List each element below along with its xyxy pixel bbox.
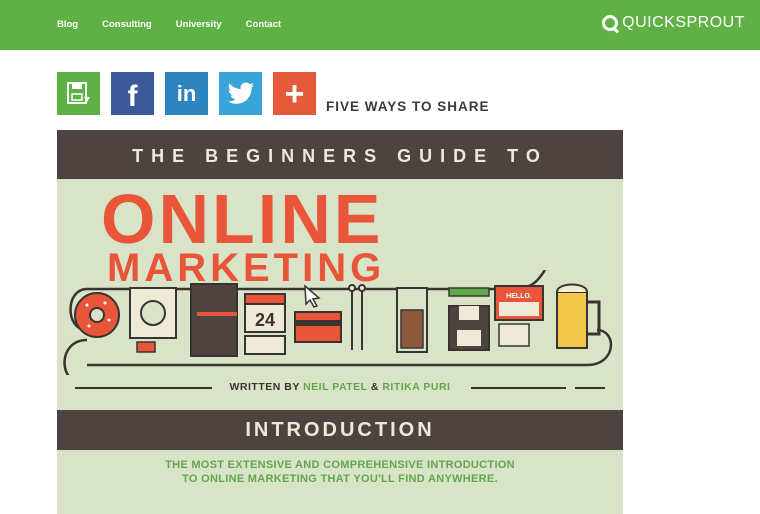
- floppy-disk-icon: [448, 305, 490, 351]
- facebook-icon: f: [127, 79, 138, 113]
- nav-university-link[interactable]: University: [176, 19, 222, 30]
- divider-right-2: [575, 387, 605, 389]
- twitter-share-button[interactable]: [219, 72, 265, 118]
- marketing-illustration: 24 HELLO.: [63, 270, 613, 375]
- nav-blog-link[interactable]: Blog: [57, 19, 78, 30]
- infographic-title-online: ONLINE: [101, 180, 384, 258]
- author-ritika-puri: RITIKA PURI: [382, 381, 451, 393]
- save-button[interactable]: [57, 72, 103, 118]
- french-press-icon: [396, 287, 428, 353]
- q-logo-icon: [602, 15, 619, 31]
- calendar-icon: 24: [244, 293, 286, 355]
- top-nav-bar: Blog Consulting University Contact QUICK…: [0, 0, 760, 50]
- donut-icon: [74, 292, 120, 338]
- ampersand: &: [370, 381, 379, 393]
- beer-mug-icon: [556, 283, 601, 349]
- linkedin-icon: in: [176, 80, 197, 106]
- tagline-line-1: THE MOST EXTENSIVE AND COMPREHENSIVE INT…: [165, 459, 515, 471]
- logo-text: QUICKSPROUT: [622, 14, 745, 31]
- intro-tagline: THE MOST EXTENSIVE AND COMPREHENSIVE INT…: [57, 458, 623, 486]
- divider-right: [471, 387, 566, 389]
- twitter-icon: [227, 82, 254, 104]
- plus-icon: +: [284, 74, 305, 113]
- share-bar: f in + FIVE WAYS TO SHARE: [57, 72, 490, 118]
- more-share-button[interactable]: +: [273, 72, 319, 118]
- notebook-icon: [190, 283, 238, 357]
- infographic: THE BEGINNERS GUIDE TO ONLINE MARKETING: [57, 130, 623, 514]
- nav-consulting-link[interactable]: Consulting: [102, 19, 152, 30]
- save-icon: [66, 81, 90, 104]
- facebook-share-button[interactable]: f: [111, 72, 157, 118]
- written-by-label: WRITTEN BY: [229, 381, 300, 393]
- earphones-icon: [348, 284, 366, 350]
- credit-card-icon: [294, 284, 342, 343]
- calendar-day: 24: [255, 310, 275, 330]
- nav-contact-link[interactable]: Contact: [246, 19, 281, 30]
- linkedin-share-button[interactable]: in: [165, 72, 211, 118]
- infographic-subtitle: THE BEGINNERS GUIDE TO: [132, 146, 548, 166]
- author-neil-patel: NEIL PATEL: [303, 381, 368, 393]
- site-logo[interactable]: QUICKSPROUT: [602, 14, 745, 32]
- name-tag-icon: HELLO.: [494, 285, 544, 347]
- pencil-icon: [448, 287, 490, 297]
- share-label: FIVE WAYS TO SHARE: [326, 99, 490, 114]
- hard-drive-icon: [129, 287, 177, 353]
- main-nav: Blog Consulting University Contact: [57, 19, 305, 30]
- name-tag-text: HELLO.: [506, 293, 532, 300]
- section-title: INTRODUCTION: [245, 419, 435, 441]
- tagline-line-2: TO ONLINE MARKETING THAT YOU'LL FIND ANY…: [182, 473, 498, 485]
